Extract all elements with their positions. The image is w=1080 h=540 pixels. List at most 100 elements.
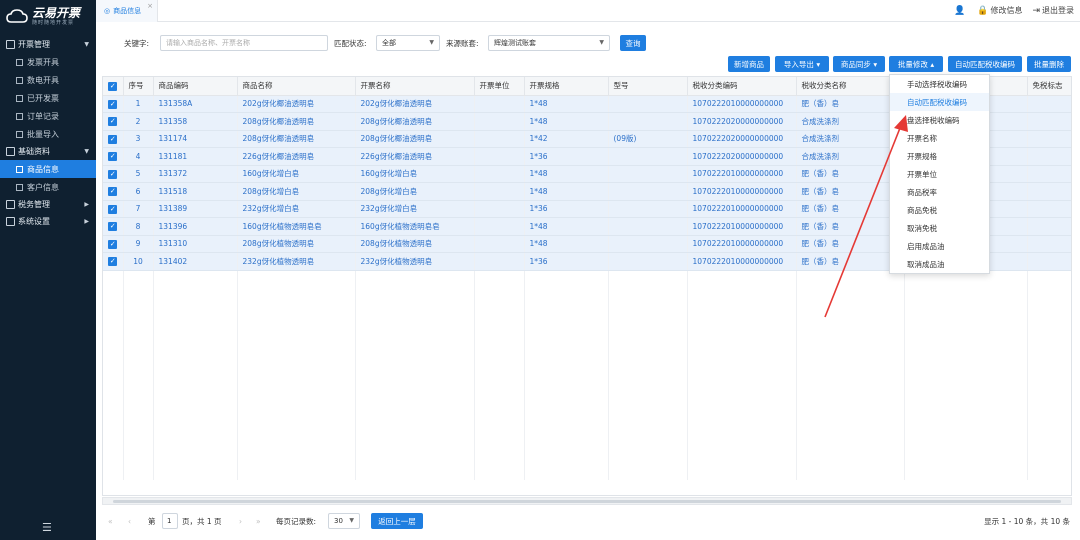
menu-item[interactable]: 开票规格 xyxy=(890,147,989,165)
tab-products[interactable]: ◎ 商品信息 × xyxy=(96,0,158,22)
source-select[interactable]: 辉煌测试账套 ▼ xyxy=(488,35,610,51)
sidebar: 云易开票 随时随地开发票 开票管理 ▼ 发票开具 数电开具 已开发票 订单记录 批… xyxy=(0,0,96,540)
per-page-label: 每页记录数: xyxy=(276,516,317,526)
menu-item[interactable]: 商品税率 xyxy=(890,183,989,201)
settings-icon xyxy=(6,217,15,226)
chevron-down-icon: ▼ xyxy=(599,39,604,46)
page-number-input[interactable]: 1 xyxy=(162,513,178,529)
menu-item[interactable]: 取消免税 xyxy=(890,219,989,237)
table-cell: 232g伢化植物透明皂 xyxy=(237,252,356,271)
menu-item[interactable]: 手动选择税收编码 xyxy=(890,75,989,93)
table-cell: 232g伢化植物透明皂 xyxy=(355,252,475,271)
sidebar-item-products[interactable]: 商品信息 xyxy=(0,160,96,178)
match-status-select[interactable]: 全部 ▼ xyxy=(376,35,440,51)
top-bar: ◎ 商品信息 × 👤用户 🔒修改信息 ⇥退出登录 xyxy=(96,0,1080,22)
row-checkbox[interactable]: ✓ xyxy=(103,112,124,131)
menu-item[interactable]: 开票单位 xyxy=(890,165,989,183)
select-all-checkbox[interactable]: ✓ xyxy=(103,77,124,96)
sync-label: 商品同步 xyxy=(840,59,871,69)
table-cell: 1*48 xyxy=(524,182,609,201)
sidebar-item-label: 数电开具 xyxy=(27,75,59,85)
column-header[interactable]: 开票名称 xyxy=(355,77,475,96)
page-label: 第 xyxy=(148,516,156,526)
chevron-down-icon: ▾ xyxy=(816,59,821,69)
table-cell: 1070222020000000000 xyxy=(687,147,797,166)
batch-edit-button[interactable]: 批量修改 ▴ xyxy=(889,56,943,72)
row-checkbox[interactable]: ✓ xyxy=(103,182,124,201)
table-cell: 1070222010000000000 xyxy=(687,235,797,253)
table-cell: 肥（香）皂 xyxy=(796,252,905,271)
last-page-icon[interactable]: » xyxy=(256,517,261,526)
logout-link[interactable]: ⇥ 退出登录 xyxy=(1032,5,1074,16)
prev-page-icon[interactable]: ‹ xyxy=(128,517,131,526)
table-cell: 208g伢化植物透明皂 xyxy=(237,235,356,253)
nav-group-tax[interactable]: 税务管理 ▶ xyxy=(0,196,96,213)
table-cell xyxy=(608,147,688,166)
menu-item[interactable]: 商品免税 xyxy=(890,201,989,219)
nav-group-invoicing[interactable]: 开票管理 ▼ xyxy=(0,36,96,53)
cloud-logo-icon xyxy=(6,9,28,23)
column-header[interactable]: 税收分类名称 xyxy=(796,77,905,96)
table-cell: 1070222010000000000 xyxy=(687,165,797,183)
grid-icon xyxy=(6,147,15,156)
sidebar-item-customers[interactable]: 客户信息 xyxy=(0,178,96,196)
sidebar-item-batch-import[interactable]: 批量导入 xyxy=(0,125,96,143)
column-header[interactable]: 开票单位 xyxy=(474,77,525,96)
batch-delete-button[interactable]: 批量删除 xyxy=(1027,56,1071,72)
table-cell: 1070222020000000000 xyxy=(687,130,797,148)
keyword-input[interactable]: 请输入商品名称、开票名称 xyxy=(160,35,328,51)
row-checkbox[interactable]: ✓ xyxy=(103,217,124,236)
row-checkbox[interactable]: ✓ xyxy=(103,130,124,148)
table-cell: 208g伢化植物透明皂 xyxy=(355,235,475,253)
query-button[interactable]: 查询 xyxy=(620,35,646,51)
column-header[interactable]: 商品名称 xyxy=(237,77,356,96)
column-header[interactable]: 开票规格 xyxy=(524,77,609,96)
table-cell: 1*48 xyxy=(524,95,609,113)
user-account[interactable]: 👤用户 xyxy=(954,6,967,16)
scrollbar-thumb[interactable] xyxy=(113,500,1061,503)
column-header[interactable]: 型号 xyxy=(608,77,688,96)
phone-icon xyxy=(6,200,15,209)
check-icon: ✓ xyxy=(108,222,118,231)
column-header[interactable]: 序号 xyxy=(123,77,154,96)
table-cell xyxy=(474,235,525,253)
chevron-right-icon: ▶ xyxy=(84,201,89,208)
menu-item[interactable]: 盘选择税收编码 xyxy=(890,111,989,129)
sidebar-item-orders[interactable]: 订单记录 xyxy=(0,107,96,125)
close-icon[interactable]: × xyxy=(147,2,153,10)
import-export-button[interactable]: 导入导出 ▾ xyxy=(775,56,829,72)
auto-match-button[interactable]: 自动匹配税收编码 xyxy=(948,56,1022,72)
keyword-label: 关键字: xyxy=(124,38,150,48)
sidebar-item-digital-invoice[interactable]: 数电开具 xyxy=(0,71,96,89)
column-header[interactable]: 税收分类编码 xyxy=(687,77,797,96)
horizontal-scrollbar[interactable] xyxy=(102,497,1072,505)
table-cell: 合成洗涤剂 xyxy=(796,112,905,131)
next-page-icon[interactable]: › xyxy=(239,517,242,526)
user-icon xyxy=(16,183,23,191)
product-sync-button[interactable]: 商品同步 ▾ xyxy=(833,56,885,72)
menu-item[interactable]: 取消成品油 xyxy=(890,255,989,273)
sidebar-item-issued[interactable]: 已开发票 xyxy=(0,89,96,107)
row-checkbox[interactable]: ✓ xyxy=(103,147,124,166)
nav-group-settings[interactable]: 系统设置 ▶ xyxy=(0,213,96,230)
row-checkbox[interactable]: ✓ xyxy=(103,200,124,218)
row-checkbox[interactable]: ✓ xyxy=(103,95,124,113)
first-page-icon[interactable]: « xyxy=(108,517,113,526)
add-product-button[interactable]: 新增商品 xyxy=(728,56,770,72)
row-checkbox[interactable]: ✓ xyxy=(103,165,124,183)
table-cell xyxy=(608,165,688,183)
row-checkbox[interactable]: ✓ xyxy=(103,252,124,271)
nav-group-basic-data[interactable]: 基础资料 ▼ xyxy=(0,143,96,160)
menu-collapse-icon[interactable]: ☰ xyxy=(42,521,52,534)
back-button[interactable]: 返回上一层 xyxy=(371,513,423,529)
table-cell: 1*42 xyxy=(524,130,609,148)
menu-item[interactable]: 开票名称 xyxy=(890,129,989,147)
per-page-select[interactable]: 30 ▼ xyxy=(328,513,360,529)
column-header[interactable]: 商品编码 xyxy=(153,77,238,96)
row-checkbox[interactable]: ✓ xyxy=(103,235,124,253)
menu-item[interactable]: 自动匹配税收编码 xyxy=(890,93,989,111)
table-cell: 131174 xyxy=(153,130,238,148)
change-info-link[interactable]: 🔒 修改信息 xyxy=(977,5,1022,16)
column-header[interactable]: 免税标志 xyxy=(1027,77,1071,96)
menu-item[interactable]: 启用成品油 xyxy=(890,237,989,255)
